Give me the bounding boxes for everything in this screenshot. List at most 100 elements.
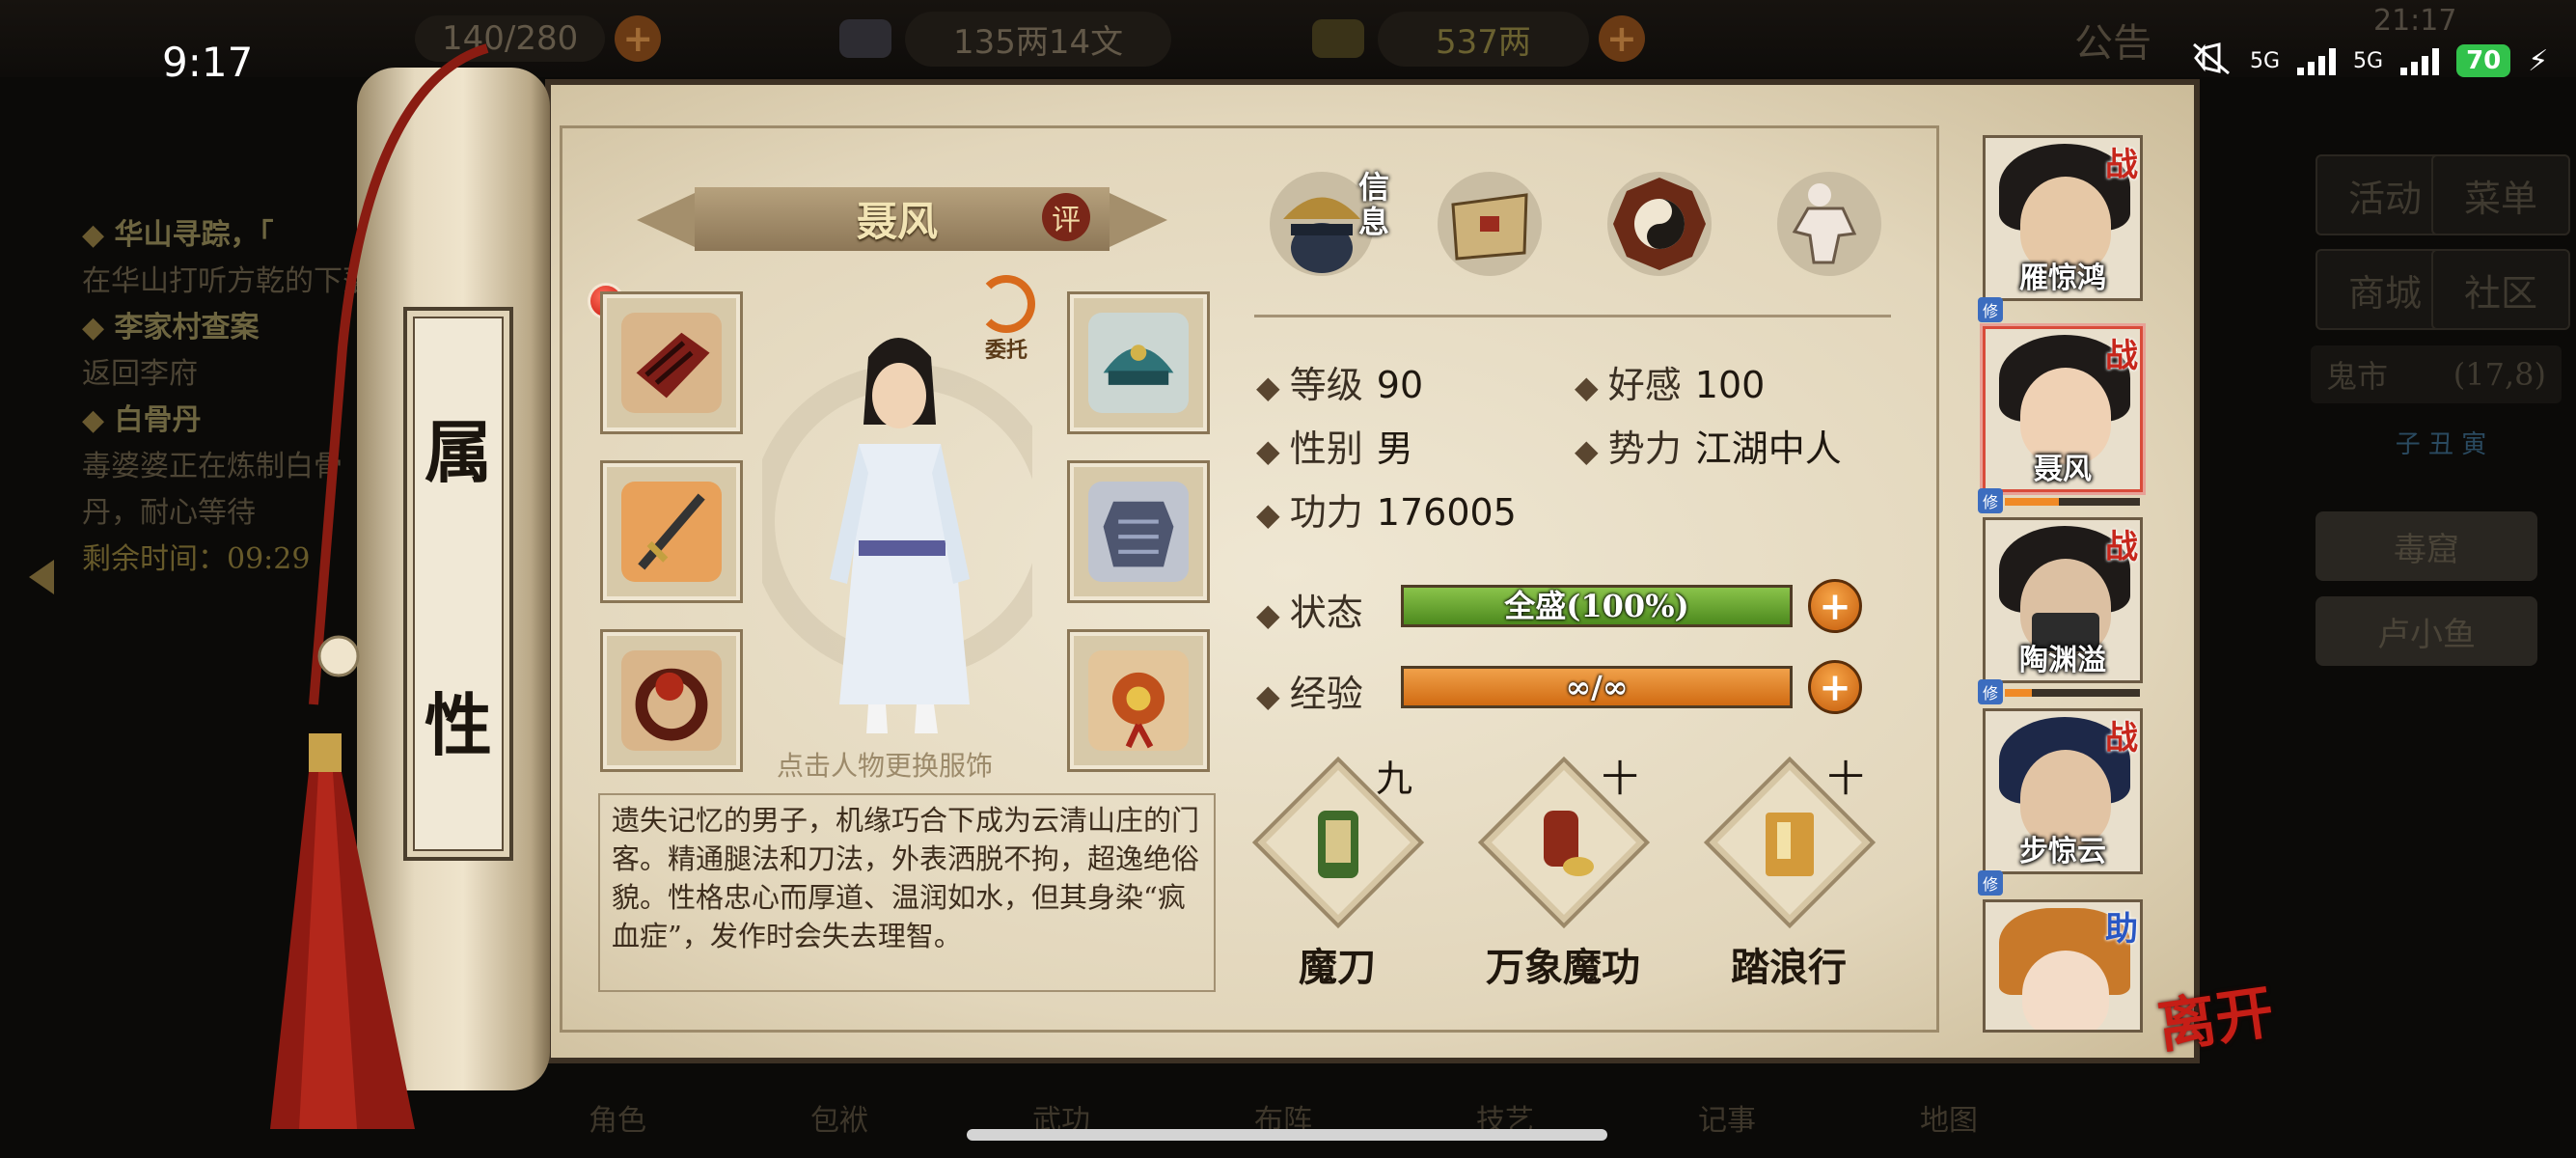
stat-state: 状态 <box>1256 583 1363 636</box>
stat-label: 等级 <box>1256 364 1363 406</box>
stat-exp: 经验 <box>1256 664 1363 717</box>
restore-state-button[interactable]: + <box>1808 579 1862 633</box>
roster-name: 聂风 <box>2034 453 2092 486</box>
location-display[interactable]: 鬼市 (17,8) <box>2311 345 2562 403</box>
silver-display: 135两14文 <box>839 10 1172 68</box>
silver-ingot-icon <box>839 19 891 58</box>
equip-slot-bracer[interactable] <box>600 291 743 434</box>
signal-icon <box>2297 46 2337 75</box>
skill-slot[interactable]: 十 万象魔功 <box>1476 756 1651 994</box>
network-label-2: 5G <box>2353 48 2384 73</box>
bracer-icon <box>621 313 722 413</box>
equip-slot-charm[interactable] <box>1067 629 1210 772</box>
skill-level: 十 <box>1602 758 1639 800</box>
roster-card[interactable]: 助 <box>1983 899 2143 1033</box>
helmet-icon <box>1088 313 1189 413</box>
game-clock: 21:17 <box>2373 4 2457 38</box>
tabs-divider <box>1254 315 1891 317</box>
cultivate-badge: 修 <box>1978 870 2003 896</box>
assist-tag: 助 <box>2105 910 2138 949</box>
skill-name: 魔刀 <box>1299 945 1376 990</box>
location-coords: (17,8) <box>2453 356 2546 393</box>
silver-value: 135两14文 <box>905 11 1172 67</box>
scroll-cord-icon <box>309 43 489 705</box>
banner-right-wing <box>1110 193 1167 247</box>
bagua-icon[interactable] <box>1602 166 1717 282</box>
hero-portrait[interactable] <box>762 318 1032 762</box>
stat-value: 100 <box>1694 364 1766 406</box>
status-indicators: 5G 5G 70 ⚡ <box>2190 41 2548 81</box>
npc-slot[interactable]: 毒窟 <box>2316 511 2537 581</box>
roster-card[interactable]: 战 聂风 <box>1983 326 2143 492</box>
portrait <box>2022 951 2109 1030</box>
battle-tag: 战 <box>2105 146 2138 184</box>
equip-slot-ring[interactable] <box>600 629 743 772</box>
add-stamina-button[interactable]: + <box>615 15 662 62</box>
skill-level: 九 <box>1376 758 1413 800</box>
ring-icon <box>621 650 722 751</box>
charm-icon <box>1088 650 1189 751</box>
stat-value: 176005 <box>1376 491 1517 534</box>
hero-name: 聂风 <box>856 198 938 245</box>
roster-card[interactable]: 战 雁惊鸿 <box>1983 135 2143 301</box>
stat-label: 势力 <box>1575 427 1682 470</box>
stat-value: 男 <box>1376 427 1413 470</box>
roster-progress <box>2005 498 2140 506</box>
stat-faction: 势力江湖中人 <box>1575 419 1842 472</box>
equip-slot-helmet[interactable] <box>1067 291 1210 434</box>
gold-display: 537两 + <box>1312 10 1645 68</box>
armor-icon <box>1088 482 1189 582</box>
equip-slot-weapon[interactable] <box>600 460 743 603</box>
meridian-icon[interactable] <box>1771 166 1887 282</box>
charging-icon: ⚡ <box>2528 43 2549 78</box>
map-scroll-icon[interactable] <box>1432 166 1548 282</box>
npc-slot[interactable]: 卢小鱼 <box>2316 596 2537 666</box>
roster-card[interactable]: 战 步惊云 <box>1983 708 2143 874</box>
home-indicator[interactable] <box>967 1129 1607 1141</box>
scroll-icon <box>1544 811 1594 876</box>
skill-slot[interactable]: 十 踏浪行 <box>1702 756 1877 994</box>
skill-level: 十 <box>1827 758 1865 800</box>
stat-gender: 性别男 <box>1256 419 1413 472</box>
stat-level: 等级 90 <box>1256 355 1423 408</box>
exp-bar: ∞/∞ <box>1401 666 1793 708</box>
roster-name: 步惊云 <box>2019 835 2106 868</box>
info-tab-label: 信息 <box>1358 169 1390 240</box>
scroll-book-icon <box>1318 811 1358 878</box>
tassel-icon <box>270 733 415 1129</box>
stat-value: 江湖中人 <box>1694 427 1842 470</box>
stat-favor: 好感 100 <box>1575 355 1765 408</box>
collapse-arrow-icon[interactable] <box>29 560 54 594</box>
rate-button[interactable]: 评 <box>1042 193 1090 241</box>
battle-tag: 战 <box>2105 719 2138 758</box>
stat-label: 功力 <box>1256 491 1363 534</box>
change-outfit-hint: 点击人物更换服饰 <box>777 750 994 782</box>
stat-label: 经验 <box>1256 673 1363 715</box>
roster-name: 雁惊鸿 <box>2019 262 2106 295</box>
location-name: 鬼市 <box>2326 358 2389 395</box>
add-gold-button[interactable]: + <box>1598 15 1645 62</box>
hero-name-banner: 聂风 评 <box>637 183 1167 255</box>
roster-card[interactable]: 战 陶渊溢 <box>1983 517 2143 683</box>
manual-book-icon <box>1766 813 1814 876</box>
mute-icon <box>2190 41 2233 81</box>
battery-level: 70 <box>2456 44 2511 77</box>
state-bar: 全盛(100%) <box>1401 585 1793 627</box>
cultivate-badge: 修 <box>1978 488 2003 513</box>
status-time: 9:17 <box>162 39 254 86</box>
community-button[interactable]: 社区 <box>2431 249 2570 330</box>
cultivate-badge: 修 <box>1978 297 2003 322</box>
menu-button[interactable]: 菜单 <box>2431 154 2570 235</box>
skill-slot[interactable]: 九 魔刀 <box>1250 756 1425 994</box>
notice-button[interactable]: 公告 <box>2074 12 2151 68</box>
hero-description: 遗失记忆的男子，机缘巧合下成为云清山庄的门客。精通腿法和刀法，外表洒脱不拘，超逸… <box>598 793 1216 992</box>
banner-left-wing <box>637 193 695 247</box>
leave-button[interactable]: 离开 <box>2152 965 2279 1064</box>
blade-icon <box>621 482 722 582</box>
skill-name: 踏浪行 <box>1731 945 1847 990</box>
stat-label: 状态 <box>1256 592 1363 634</box>
equip-slot-armor[interactable] <box>1067 460 1210 603</box>
add-exp-button[interactable]: + <box>1808 660 1862 714</box>
signal-icon <box>2400 46 2440 75</box>
battle-tag: 战 <box>2105 337 2138 375</box>
